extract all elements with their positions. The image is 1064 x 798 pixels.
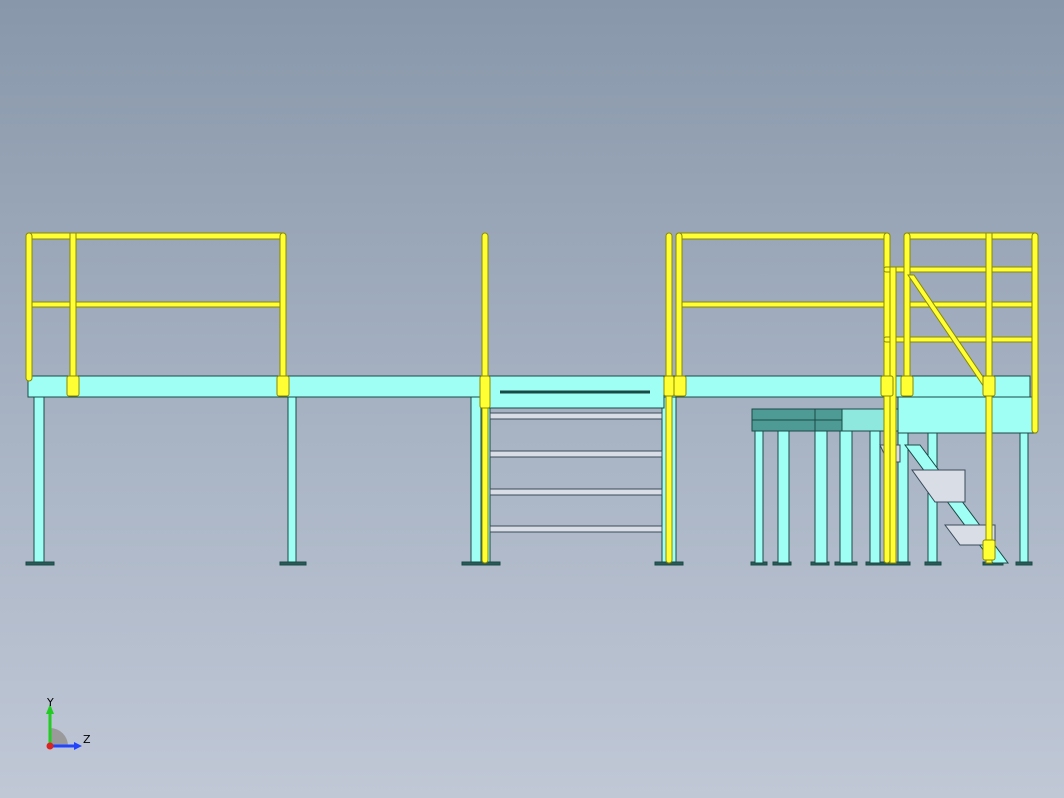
platform-model[interactable] (0, 0, 1064, 798)
bench-unit (751, 408, 899, 564)
leg (33, 396, 45, 564)
axis-triad: Y Z (38, 696, 102, 758)
leg (287, 396, 297, 564)
origin-dot (46, 742, 54, 750)
stair-treads (489, 412, 663, 533)
left-railing (25, 232, 287, 382)
y-axis-label: Y (47, 696, 54, 709)
leg (470, 396, 482, 564)
cad-viewport[interactable]: Y Z (0, 0, 1064, 798)
leg-feet (25, 561, 1033, 566)
z-axis-label: Z (83, 733, 91, 746)
side-beam (897, 396, 1034, 434)
